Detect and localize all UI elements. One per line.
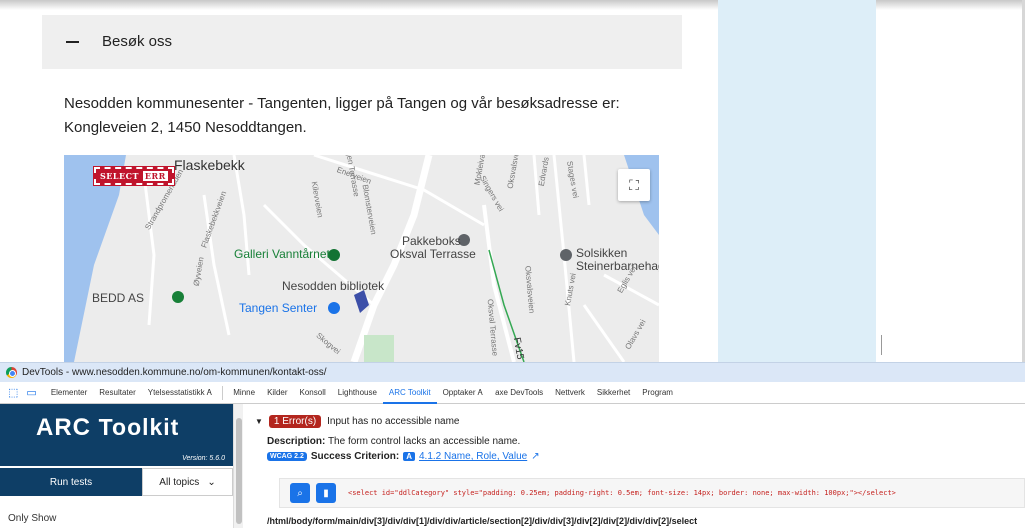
devtools-title-bar: DevTools - www.nesodden.kommune.no/om-ko… <box>0 362 1025 382</box>
map-label-steinerbarnehage: Steinerbarnehage <box>576 259 659 273</box>
description-row: Description: The form control lacks an a… <box>267 436 520 447</box>
tab-kilder[interactable]: Kilder <box>261 382 293 404</box>
arc-logo-arc: ARC <box>36 414 91 441</box>
fullscreen-button[interactable]: ⛶ <box>618 169 650 201</box>
device-toggle-icon[interactable]: ▭ <box>26 386 36 399</box>
map-label-bedd: BEDD AS <box>92 291 145 305</box>
error-label: Error(s) <box>282 416 317 427</box>
map-label-pakkeboks: Pakkeboks <box>402 234 461 248</box>
minus-icon[interactable] <box>66 41 79 43</box>
devtools-tab-bar: ⬚ ▭ Elementer Resultater Ytelsesstatisti… <box>0 382 1025 404</box>
arc-toolkit-panel: ARC Toolkit Version: 5.6.0 Run tests All… <box>0 404 233 528</box>
inspect-icon[interactable]: ⬚ <box>8 386 18 399</box>
criterion-link[interactable]: 4.1.2 Name, Role, Value <box>419 451 527 462</box>
info-line-2: Kongleveien 2, 1450 Nesoddtangen. <box>64 119 307 136</box>
page-sidebar <box>718 0 876 362</box>
tab-sikkerhet[interactable]: Sikkerhet <box>591 382 636 404</box>
arc-version: Version: 5.6.0 <box>182 455 225 462</box>
tab-ytelsesstatistikk[interactable]: Ytelsesstatistikk Ꭺ <box>142 382 219 404</box>
external-link-icon[interactable]: ↗ <box>531 451 539 462</box>
description-text: The form control lacks an accessible nam… <box>327 436 521 447</box>
error-count-badge: 1 Error(s) <box>268 415 322 428</box>
search-icon: ⌕ <box>297 487 303 499</box>
arc-panel-scrollbar[interactable] <box>233 404 243 528</box>
tab-elementer[interactable]: Elementer <box>45 382 93 404</box>
fullscreen-icon: ⛶ <box>629 176 639 193</box>
wcag-version-pill: WCAG 2.2 <box>267 452 307 461</box>
tab-minne[interactable]: Minne <box>227 382 261 404</box>
code-snippet: <select id="ddlCategory" style="padding:… <box>348 489 896 497</box>
copy-button[interactable]: ▮ <box>316 483 336 503</box>
inspect-element-button[interactable]: ⌕ <box>290 483 310 503</box>
error-title: Input has no accessible name <box>327 416 460 427</box>
tab-axe-devtools[interactable]: axe DevTools <box>489 382 549 404</box>
map-label-galleri: Galleri Vanntårnet <box>234 247 330 261</box>
success-criterion-row: WCAG 2.2 Success Criterion: A 4.1.2 Name… <box>267 451 540 462</box>
info-line-1: Nesodden kommunesenter - Tangenten, ligg… <box>64 95 620 112</box>
select-error-marker[interactable]: SELECT ERR <box>93 166 175 186</box>
accordion-besok-oss[interactable]: Besøk oss <box>42 15 682 69</box>
select-badge-text: SELECT <box>100 171 139 181</box>
only-show-label: Only Show <box>8 513 57 524</box>
resize-handle[interactable] <box>881 335 882 355</box>
code-snippet-box: ⌕ ▮ <select id="ddlCategory" style="padd… <box>279 478 1025 508</box>
arc-logo-toolkit: Toolkit <box>98 414 180 440</box>
run-tests-button[interactable]: Run tests <box>0 468 142 496</box>
xpath-text: /html/body/form/main/div[3]/div/div[1]/d… <box>267 516 698 526</box>
caret-down-icon[interactable]: ▼ <box>255 417 263 426</box>
error-count: 1 <box>273 416 280 427</box>
topics-select-value: All topics <box>159 476 200 488</box>
chevron-down-icon: ⌄ <box>207 476 216 488</box>
screenshot-root: Besøk oss Nesodden kommunesenter - Tange… <box>0 0 1025 528</box>
devtools-tools: ⬚ ▭ <box>0 386 45 399</box>
run-row: Run tests All topics ⌄ <box>0 468 233 496</box>
map-label-oksval-terrasse: Oksval Terrasse <box>390 247 476 261</box>
chrome-icon <box>6 367 17 378</box>
tab-lighthouse[interactable]: Lighthouse <box>332 382 383 404</box>
devtools-window-title: DevTools - www.nesodden.kommune.no/om-ko… <box>22 367 327 378</box>
accordion-label[interactable]: Besøk oss <box>102 33 172 50</box>
embedded-map[interactable]: Flaskebekk Galleri Vanntårnet Pakkeboks … <box>64 155 659 362</box>
tab-program[interactable]: Program <box>636 382 679 404</box>
tab-resultater[interactable]: Resultater <box>93 382 141 404</box>
clipboard-icon: ▮ <box>323 487 329 499</box>
map-label-solsikken: Solsikken <box>576 246 628 260</box>
level-pill: A <box>403 452 415 461</box>
tab-arc-toolkit[interactable]: ARC Toolkit <box>382 382 437 404</box>
arc-logo: ARC Toolkit <box>36 414 179 442</box>
tab-separator <box>222 385 224 400</box>
description-label: Description: <box>267 436 326 447</box>
map-label-bibliotek: Nesodden bibliotek <box>282 279 385 293</box>
tab-nettverk[interactable]: Nettverk <box>549 382 591 404</box>
tab-opptaker[interactable]: Opptaker Ꭺ <box>437 382 490 404</box>
results-panel: ▼ 1 Error(s) Input has no accessible nam… <box>243 404 1025 528</box>
topics-select[interactable]: All topics ⌄ <box>142 468 233 496</box>
map-label-flaskebekk: Flaskebekk <box>174 157 245 173</box>
error-group-header[interactable]: ▼ 1 Error(s) Input has no accessible nam… <box>255 415 459 428</box>
visiting-address-text: Nesodden kommunesenter - Tangenten, ligg… <box>64 92 664 140</box>
err-badge-text: ERR <box>142 171 168 181</box>
success-criterion-label: Success Criterion: <box>310 451 400 462</box>
arc-header: ARC Toolkit Version: 5.6.0 <box>0 404 233 466</box>
map-label-tangen-senter: Tangen Senter <box>239 301 318 315</box>
tab-konsoll[interactable]: Konsoll <box>294 382 332 404</box>
scrollbar-thumb[interactable] <box>236 418 242 524</box>
